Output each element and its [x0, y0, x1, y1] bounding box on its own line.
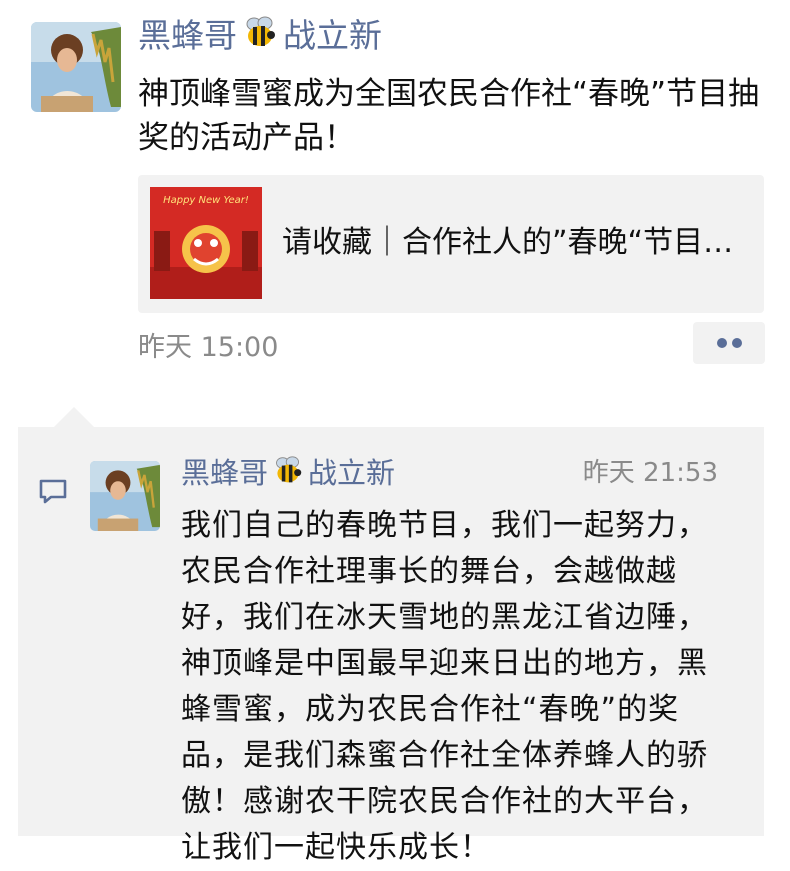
comment-author-name[interactable]: 黑蜂哥 战立新	[181, 453, 395, 495]
comments-panel: 黑蜂哥 战立新 昨天 21:53 我们自己的春晚节目，我们一起努力，农民合作社理…	[18, 407, 764, 865]
avatar-photo-icon	[90, 461, 160, 531]
comment-icon	[38, 477, 68, 511]
more-actions-button[interactable]	[693, 322, 765, 364]
more-dots-icon	[717, 338, 727, 348]
comment-text: 我们自己的春晚节目，我们一起努力，农民合作社理事长的舞台，会越做越好，我们在冰天…	[181, 508, 708, 865]
shared-link-card[interactable]: Happy New Year! 请收藏｜合作社人的”春晚“节目…	[138, 175, 764, 313]
bee-icon	[243, 15, 277, 60]
bee-icon	[273, 455, 303, 495]
shared-link-title: 请收藏｜合作社人的”春晚“节目…	[282, 225, 734, 260]
post-timestamp: 昨天 15:00	[138, 332, 279, 363]
post-text: 神顶峰雪蜜成为全国农民合作社“春晚”节目抽奖的活动产品！	[138, 76, 760, 156]
avatar-photo-icon	[31, 22, 121, 112]
comments-pointer	[54, 407, 94, 427]
comment-avatar[interactable]	[90, 461, 160, 531]
more-dots-icon	[732, 338, 742, 348]
thumb-text: Happy New Year!	[163, 195, 249, 206]
author-nickname: 黑蜂哥	[138, 16, 237, 55]
comment-nickname: 黑蜂哥	[181, 456, 269, 490]
comment-realname: 战立新	[308, 456, 396, 490]
author-realname: 战立新	[283, 16, 382, 55]
lion-dance-icon: Happy New Year!	[150, 187, 262, 299]
author-name[interactable]: 黑蜂哥 战立新	[138, 14, 382, 60]
author-avatar[interactable]	[31, 22, 121, 112]
moments-post: 黑蜂哥 战立新 神顶峰雪蜜成为全国农民合作社“春晚”节目抽奖的活动产品！ Hap…	[0, 0, 790, 400]
shared-link-thumbnail: Happy New Year!	[150, 187, 262, 299]
comment-timestamp: 昨天 21:53	[582, 458, 718, 488]
